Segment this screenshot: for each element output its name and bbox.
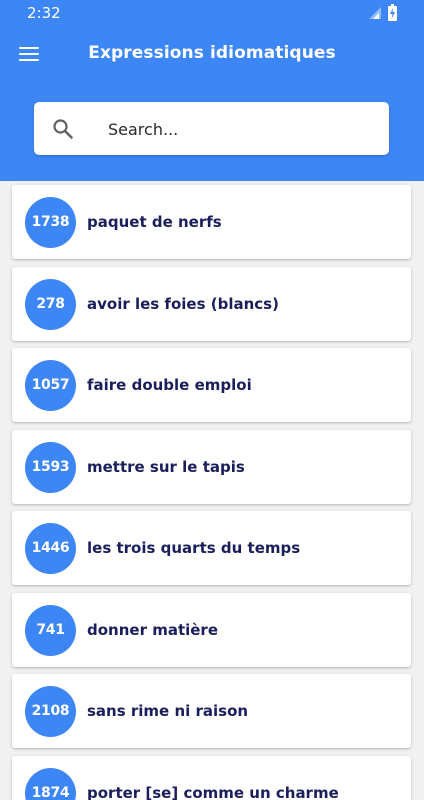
expression-number-badge: 1874 [25,768,76,800]
expression-number-badge: 1057 [25,360,76,411]
list-item[interactable]: 278 avoir les foies (blancs) [12,267,411,341]
expression-text: faire double emploi [87,376,252,394]
expression-text: paquet de nerfs [87,213,222,231]
expression-number-badge: 1446 [25,523,76,574]
app-screen: 2:32 Expressions idiomatiques Search... … [0,0,424,800]
expression-text: mettre sur le tapis [87,458,245,476]
expression-text: avoir les foies (blancs) [87,295,279,313]
expression-text: les trois quarts du temps [87,539,301,557]
app-title: Expressions idiomatiques [88,43,336,63]
cell-signal-icon [369,7,381,19]
search-icon [53,119,73,139]
list-item[interactable]: 1738 paquet de nerfs [12,185,411,259]
toolbar: Expressions idiomatiques [0,26,424,82]
list-item[interactable]: 2108 sans rime ni raison [12,674,411,748]
app-header: 2:32 Expressions idiomatiques [0,0,424,181]
expression-number-badge: 278 [25,279,76,330]
expressions-list: 1738 paquet de nerfs 278 avoir les foies… [0,181,424,800]
expression-number-badge: 1738 [25,197,76,248]
expression-number-badge: 1593 [25,442,76,493]
expression-text: porter [se] comme un charme [87,784,339,800]
list-item[interactable]: 741 donner matière [12,593,411,667]
list-item[interactable]: 1874 porter [se] comme un charme [12,756,411,800]
expression-text: sans rime ni raison [87,702,249,720]
list-item[interactable]: 1446 les trois quarts du temps [12,511,411,585]
list-item[interactable]: 1593 mettre sur le tapis [12,430,411,504]
expression-number-badge: 2108 [25,686,76,737]
status-time: 2:32 [27,4,61,22]
expression-number-badge: 741 [25,605,76,656]
list-item[interactable]: 1057 faire double emploi [12,348,411,422]
status-bar: 2:32 [0,0,424,26]
expression-text: donner matière [87,621,219,639]
search-input[interactable] [108,112,373,146]
battery-charging-icon [388,4,397,21]
search-bar[interactable] [34,102,389,155]
